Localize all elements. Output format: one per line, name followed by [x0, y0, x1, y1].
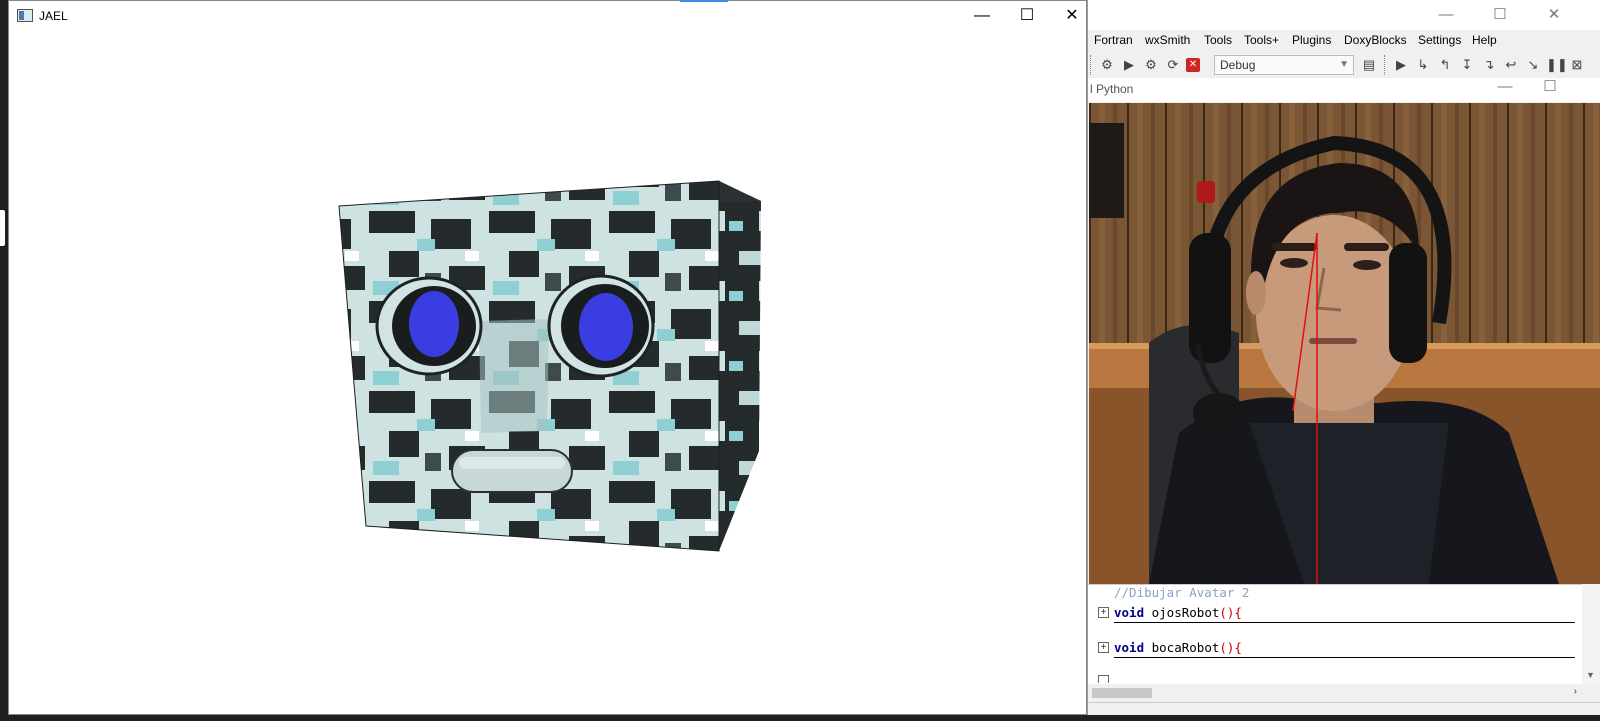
menu-fortran[interactable]: Fortran — [1094, 33, 1133, 47]
scroll-thumb[interactable] — [1092, 688, 1152, 698]
rebuild-icon[interactable]: ⟳ — [1164, 56, 1182, 74]
robot-mouth — [451, 449, 573, 493]
code-editor[interactable]: //Dibujar Avatar 2 + void ojosRobot(){ +… — [1088, 584, 1600, 684]
ide-close-button[interactable]: ✕ — [1532, 0, 1576, 30]
fold-separator — [1114, 622, 1575, 623]
toolbar-grip-2[interactable] — [1384, 55, 1387, 75]
debug-stop-icon[interactable]: ⊠ — [1568, 56, 1586, 74]
left-eye — [409, 291, 459, 357]
build-target-select[interactable]: Debug ▼ — [1214, 55, 1354, 75]
app-icon — [17, 9, 33, 22]
build-log-icon[interactable]: ▤ — [1360, 56, 1378, 74]
stop-icon[interactable]: ✕ — [1186, 58, 1200, 72]
next-line-icon[interactable]: ↧ — [1458, 56, 1476, 74]
window-title: JAEL — [39, 9, 68, 23]
minimize-button[interactable]: — — [959, 1, 1005, 31]
vertical-scrollbar[interactable]: ▼ — [1582, 584, 1600, 684]
python-window-title: l Python — [1090, 82, 1134, 96]
code-line-ojos: void ojosRobot(){ — [1114, 605, 1242, 620]
fold-toggle-icon[interactable]: + — [1098, 642, 1109, 653]
status-strip — [1088, 702, 1600, 715]
step-icon[interactable]: ↴ — [1480, 56, 1498, 74]
toolbar-grip[interactable] — [1090, 55, 1093, 75]
chevron-down-icon: ▼ — [1339, 59, 1349, 70]
menu-help[interactable]: Help — [1472, 33, 1497, 47]
jael-window: JAEL — ☐ ✕ — [8, 0, 1087, 715]
run-to-cursor-icon[interactable]: ↩ — [1502, 56, 1520, 74]
ide-title-bar[interactable]: — ☐ ✕ — [1088, 0, 1600, 30]
webcam-feed — [1089, 103, 1600, 584]
ide-window: — ☐ ✕ Fortran wxSmith Tools Tools+ Plugi… — [1087, 0, 1600, 715]
chevron-right-icon[interactable]: › — [1574, 686, 1577, 697]
debug-run-icon[interactable]: ▶ — [1392, 56, 1410, 74]
code-line-boca: void bocaRobot(){ — [1114, 640, 1242, 655]
menu-plugins[interactable]: Plugins — [1292, 33, 1331, 47]
build-run-icon[interactable]: ⚙ — [1142, 56, 1160, 74]
menu-settings[interactable]: Settings — [1418, 33, 1461, 47]
step-out-icon[interactable]: ↰ — [1436, 56, 1454, 74]
menu-doxyblocks[interactable]: DoxyBlocks — [1344, 33, 1407, 47]
menu-wxsmith[interactable]: wxSmith — [1145, 33, 1190, 47]
python-maximize-button[interactable]: ☐ — [1528, 75, 1572, 99]
gear-icon[interactable]: ⚙ — [1098, 56, 1116, 74]
fold-toggle-icon[interactable]: + — [1098, 607, 1109, 618]
ide-minimize-button[interactable]: — — [1424, 0, 1468, 30]
python-window-titlebar[interactable]: l Python — ☐ — [1088, 78, 1600, 102]
step-into-icon[interactable]: ↳ — [1414, 56, 1432, 74]
fold-separator — [1114, 657, 1575, 658]
cube-side-face — [719, 181, 761, 551]
title-bar[interactable]: JAEL — ☐ ✕ — [9, 1, 1086, 31]
pause-icon[interactable]: ❚❚ — [1546, 56, 1568, 74]
python-minimize-button[interactable]: — — [1483, 75, 1527, 99]
menu-tools[interactable]: Tools — [1204, 33, 1232, 47]
menu-tools-plus[interactable]: Tools+ — [1244, 33, 1279, 47]
robot-cube-render — [338, 180, 761, 552]
opengl-canvas[interactable] — [9, 31, 1086, 716]
desktop: JAEL — ☐ ✕ — ☐ ✕ Fortran wxSmith Tools T… — [0, 0, 1600, 715]
fold-toggle-icon[interactable] — [1098, 675, 1109, 683]
play-icon[interactable]: ▶ — [1120, 56, 1138, 74]
chevron-down-icon[interactable]: ▼ — [1586, 670, 1595, 680]
edge-tab — [0, 210, 5, 246]
right-eye — [579, 293, 633, 361]
build-target-value: Debug — [1220, 58, 1256, 72]
maximize-button[interactable]: ☐ — [1004, 1, 1050, 31]
taskbar-accent — [680, 0, 728, 2]
webcam-image — [1089, 103, 1600, 584]
menu-bar: Fortran wxSmith Tools Tools+ Plugins Dox… — [1088, 30, 1600, 52]
instruction-icon[interactable]: ↘ — [1524, 56, 1542, 74]
ide-maximize-button[interactable]: ☐ — [1478, 0, 1522, 30]
code-comment: //Dibujar Avatar 2 — [1114, 585, 1250, 600]
horizontal-scrollbar[interactable]: › — [1088, 684, 1583, 702]
